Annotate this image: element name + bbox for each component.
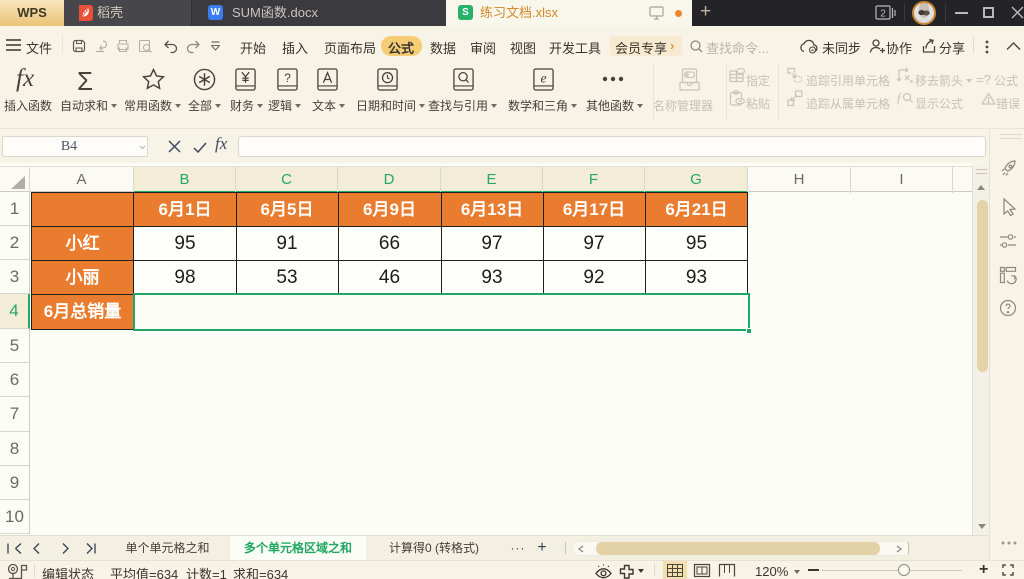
svg-text:e: e (540, 71, 546, 86)
svg-text:2: 2 (880, 9, 886, 20)
svg-text:f: f (897, 90, 903, 105)
svg-text:?: ? (284, 71, 291, 85)
